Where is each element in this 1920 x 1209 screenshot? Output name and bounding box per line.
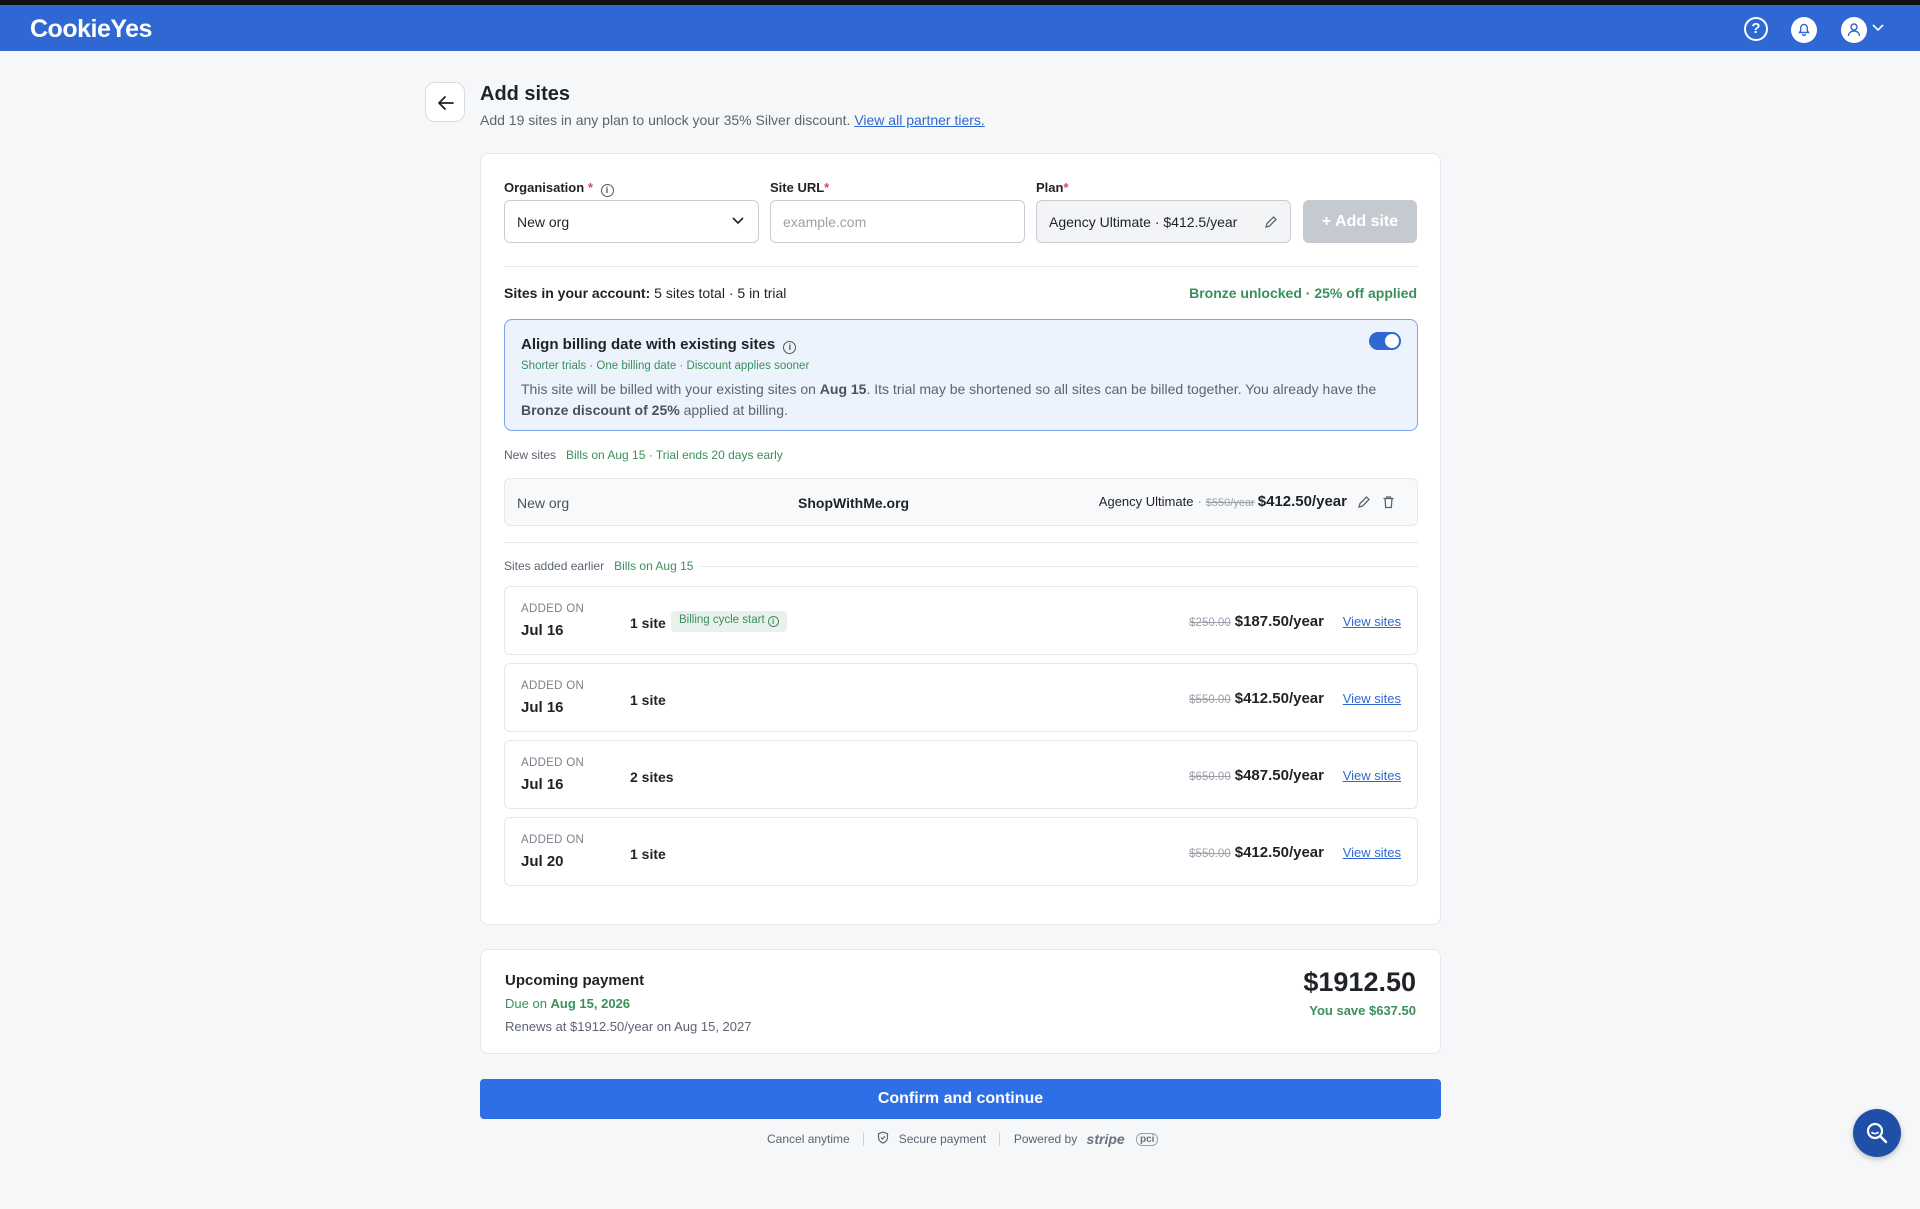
divider [504, 266, 1418, 267]
site-url-input[interactable] [770, 200, 1025, 243]
subtitle-text: Add 19 sites in any plan to unlock your … [480, 112, 851, 128]
align-billing-tags: Shorter trials · One billing date · Disc… [521, 360, 810, 372]
info-icon[interactable]: i [767, 616, 779, 627]
add-sites-card: Organisation * i New org Site URL* Plan*… [480, 153, 1441, 925]
powered-by: Powered by [1013, 1132, 1078, 1146]
bell-icon[interactable] [1791, 17, 1817, 43]
page-subtitle: Add 19 sites in any plan to unlock your … [480, 112, 985, 128]
help-icon[interactable]: ? [1744, 17, 1768, 41]
account-summary: Sites in your account: 5 sites total · 5… [504, 285, 787, 301]
divider [504, 542, 1418, 543]
discount-status: Bronze unlocked · 25% off applied [1189, 285, 1417, 301]
add-site-button[interactable]: + Add site [1303, 200, 1417, 243]
earlier-site-row: ADDED ON Jul 16 1 site $550.00 $412.50/ye… [504, 663, 1418, 732]
user-icon[interactable] [1841, 17, 1867, 43]
pencil-icon[interactable] [1264, 215, 1278, 229]
organisation-label: Organisation * i [504, 180, 614, 197]
site-url-label: Site URL* [770, 180, 830, 195]
payment-savings: You save $637.50 [1309, 1003, 1416, 1018]
organisation-select[interactable]: New org [504, 200, 759, 243]
search-chat-button[interactable] [1853, 1109, 1901, 1157]
view-sites-link[interactable]: View sites [1343, 691, 1401, 706]
footer-separator [999, 1132, 1001, 1146]
view-sites-link[interactable]: View sites [1343, 845, 1401, 860]
section-line [701, 566, 1418, 567]
upcoming-payment-card: Upcoming payment Due on Aug 15, 2026 Ren… [480, 949, 1441, 1054]
partner-tiers-link[interactable]: View all partner tiers. [854, 112, 984, 128]
align-billing-box: Align billing date with existing sites i… [504, 319, 1418, 431]
new-site-plan: Agency Ultimate · $550/year $412.50/year [1098, 493, 1347, 510]
payment-title: Upcoming payment [505, 972, 645, 989]
earlier-site-row: ADDED ON Jul 16 2 sites $650.00 $487.50/y… [504, 740, 1418, 809]
view-sites-link[interactable]: View sites [1343, 614, 1401, 629]
align-billing-title: Align billing date with existing sites i [521, 336, 797, 354]
view-sites-link[interactable]: View sites [1343, 768, 1401, 783]
pci-logo: pci [1136, 1132, 1159, 1146]
info-icon[interactable]: i [600, 184, 614, 197]
chevron-down-icon [732, 217, 744, 225]
earlier-site-row: ADDED ON Jul 16 1 site Billing cycle sta… [504, 586, 1418, 655]
new-site-url: ShopWithMe.org [798, 495, 910, 511]
footer-separator [863, 1132, 865, 1146]
trash-icon[interactable] [1382, 495, 1395, 509]
align-billing-toggle[interactable] [1369, 332, 1401, 350]
top-bar: CookieYes ? [0, 5, 1920, 51]
info-icon[interactable]: i [783, 341, 797, 354]
back-button[interactable] [425, 82, 465, 122]
secure-payment: Secure payment [898, 1132, 987, 1146]
cancel-anytime: Cancel anytime [767, 1132, 850, 1146]
pencil-icon[interactable] [1357, 495, 1371, 509]
search-icon [1866, 1122, 1888, 1144]
shield-icon [877, 1131, 889, 1147]
earlier-site-row: ADDED ON Jul 20 1 site $550.00 $412.50/ye… [504, 817, 1418, 886]
new-site-org: New org [517, 495, 570, 511]
chevron-down-icon[interactable] [1872, 24, 1884, 32]
payment-due: Due on Aug 15, 2026 [505, 996, 631, 1011]
cookieyes-logo[interactable]: CookieYes [30, 15, 152, 44]
billing-cycle-badge: Billing cycle start i [671, 611, 787, 632]
payment-renewal: Renews at $1912.50/year on Aug 15, 2027 [505, 1019, 752, 1034]
footer: Cancel anytime Secure payment Powered by… [767, 1131, 1159, 1147]
plan-field[interactable]: Agency Ultimate · $412.5/year [1036, 200, 1291, 243]
payment-total: $1912.50 [1303, 967, 1416, 997]
stripe-logo: stripe [1086, 1131, 1125, 1147]
page-title: Add sites [480, 83, 571, 105]
plan-label: Plan* [1036, 180, 1069, 195]
new-sites-label: New sites Bills on Aug 15 · Trial ends 20… [504, 448, 783, 462]
confirm-button[interactable]: Confirm and continue [480, 1079, 1441, 1119]
earlier-sites-label: Sites added earlier Bills on Aug 15 [504, 559, 694, 573]
arrow-left-icon [438, 96, 454, 110]
new-site-row: New org ShopWithMe.org Agency Ultimate · $… [504, 478, 1418, 526]
align-billing-description: This site will be billed with your exist… [521, 381, 1377, 418]
